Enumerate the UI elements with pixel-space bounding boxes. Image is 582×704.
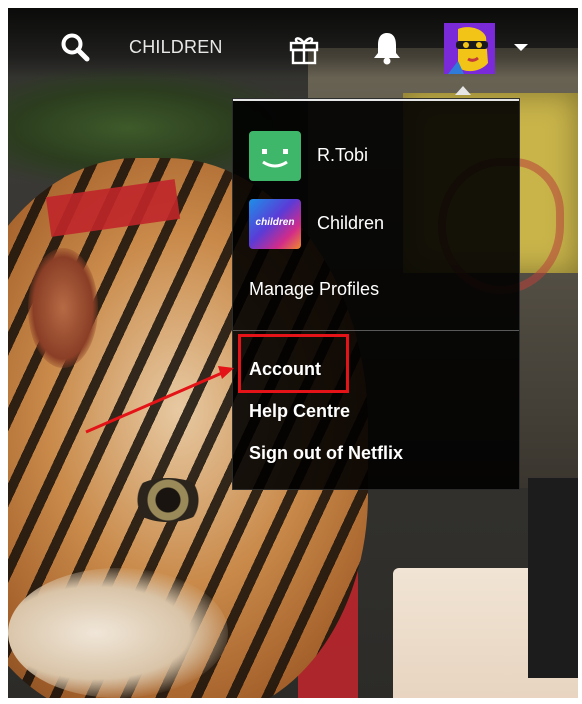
tiger-muzzle bbox=[8, 568, 228, 698]
sign-out-link[interactable]: Sign out of Netflix bbox=[249, 443, 403, 464]
account-highlight-box bbox=[238, 334, 349, 393]
manage-profiles-link[interactable]: Manage Profiles bbox=[249, 279, 379, 300]
tiger-eye bbox=[128, 478, 208, 522]
masked-face-icon bbox=[444, 23, 495, 74]
children-profile-icon: children bbox=[249, 199, 301, 249]
menu-divider bbox=[233, 330, 519, 331]
menu-top-border bbox=[233, 99, 519, 101]
smiley-profile-icon bbox=[249, 131, 301, 181]
profile-avatar[interactable] bbox=[444, 23, 495, 74]
notification-bell-icon[interactable] bbox=[370, 30, 404, 66]
caret-down-icon[interactable] bbox=[514, 44, 528, 51]
gift-icon[interactable] bbox=[286, 30, 322, 66]
dark-object bbox=[528, 478, 578, 678]
profile-name: Children bbox=[317, 213, 385, 233]
menu-pointer bbox=[455, 86, 471, 95]
tiger-ear bbox=[28, 248, 98, 368]
children-link[interactable]: CHILDREN bbox=[129, 37, 223, 58]
profile-name: R.Tobi bbox=[317, 145, 369, 165]
children-avatar-text: children bbox=[255, 217, 295, 228]
help-centre-link[interactable]: Help Centre bbox=[249, 401, 350, 422]
top-navigation: CHILDREN bbox=[8, 8, 578, 78]
profile-dropdown-menu: R.Tobi children Children Manage Profiles… bbox=[232, 98, 520, 490]
search-icon[interactable] bbox=[60, 32, 90, 62]
